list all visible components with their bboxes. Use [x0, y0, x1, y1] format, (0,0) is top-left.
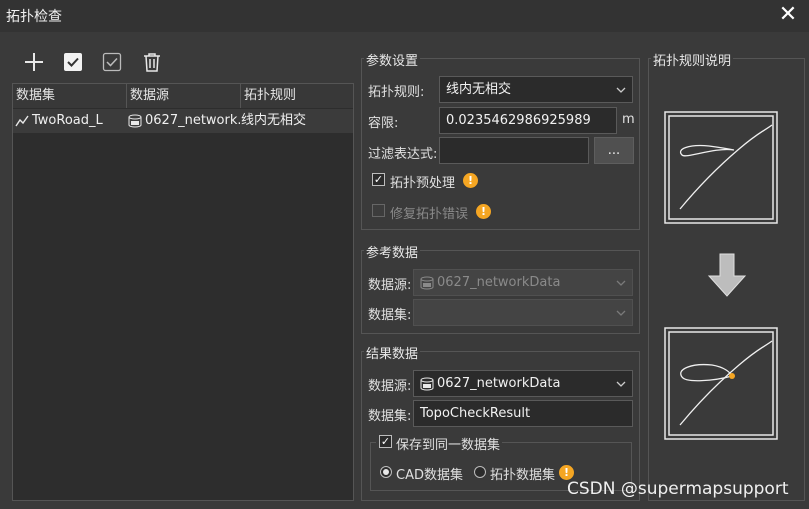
rule-label: 拓扑规则: — [368, 85, 425, 100]
rule-desc-legend: 拓扑规则说明 — [651, 50, 734, 69]
preprocess-checkbox[interactable]: ✓ — [372, 173, 385, 186]
result-source-value: 0627_networkData — [437, 376, 561, 391]
datasource-name: 0627_network... — [145, 113, 240, 128]
tolerance-label: 容限: — [368, 116, 399, 131]
chevron-down-icon — [616, 77, 626, 102]
column-header-datasource[interactable]: 数据源 — [127, 84, 241, 108]
save-same-label: 保存到同一数据集 — [396, 438, 501, 453]
datasource-cell: 0627_network... — [128, 109, 240, 133]
save-same-checkbox[interactable]: ✓ — [379, 435, 392, 448]
select-invert-icon[interactable] — [100, 50, 124, 74]
rule-select[interactable]: 线内无相交 — [439, 76, 633, 103]
window-title: 拓扑检查 — [6, 9, 62, 25]
arrow-down-icon — [706, 252, 748, 298]
topo-label: 拓扑数据集 — [490, 468, 556, 483]
chevron-down-icon — [616, 270, 626, 295]
tolerance-input[interactable]: 0.0235462986925989 — [439, 107, 617, 134]
datasource-icon — [128, 114, 142, 127]
result-dataset-label: 数据集: — [368, 409, 412, 424]
rule-cell: 线内无相交 — [241, 113, 307, 128]
column-header-rule[interactable]: 拓扑规则 — [241, 84, 353, 108]
warning-icon: ! — [476, 204, 491, 219]
params-legend: 参数设置 — [364, 50, 421, 69]
ref-dataset-label: 数据集: — [368, 308, 412, 323]
repair-checkbox[interactable] — [372, 204, 385, 217]
rule-select-value: 线内无相交 — [446, 82, 512, 97]
filter-label: 过滤表达式: — [368, 147, 438, 162]
reference-legend: 参考数据 — [364, 242, 421, 261]
select-all-icon[interactable] — [61, 50, 85, 74]
line-dataset-icon — [15, 115, 29, 126]
repair-label: 修复拓扑错误 — [390, 207, 469, 222]
cad-label: CAD数据集 — [396, 468, 463, 483]
chevron-down-icon — [616, 371, 626, 396]
ref-dataset-select[interactable] — [413, 299, 633, 326]
table-row[interactable]: TwoRoad_L 0627_network... 线内无相交 — [13, 109, 353, 133]
close-button[interactable]: ✕ — [775, 2, 801, 28]
filter-expression-button[interactable]: ... — [594, 137, 634, 164]
topo-radio[interactable] — [474, 466, 486, 478]
rule-before-diagram — [664, 111, 778, 224]
filter-input[interactable] — [439, 137, 589, 164]
cad-radio[interactable] — [380, 466, 392, 478]
ref-source-value: 0627_networkData — [437, 275, 561, 290]
dataset-name: TwoRoad_L — [32, 113, 103, 128]
chevron-down-icon — [616, 300, 626, 325]
add-icon[interactable] — [22, 50, 46, 74]
warning-icon: ! — [559, 465, 574, 480]
title-bar — [0, 0, 809, 32]
tolerance-unit: m — [622, 112, 635, 127]
ref-source-label: 数据源: — [368, 278, 412, 293]
datasource-icon — [420, 276, 434, 289]
ref-source-select[interactable]: 0627_networkData — [413, 269, 633, 296]
warning-icon: ! — [463, 173, 478, 188]
dataset-cell: TwoRoad_L — [15, 109, 125, 133]
result-source-select[interactable]: 0627_networkData — [413, 370, 633, 397]
result-legend: 结果数据 — [364, 343, 421, 362]
result-dataset-input[interactable]: TopoCheckResult — [413, 400, 633, 427]
dataset-table[interactable]: 数据集 数据源 拓扑规则 TwoRoad_L 0627_network... 线… — [12, 83, 354, 501]
column-header-dataset[interactable]: 数据集 — [13, 84, 127, 108]
rule-after-diagram — [664, 327, 778, 440]
result-source-label: 数据源: — [368, 379, 412, 394]
delete-icon[interactable] — [140, 50, 164, 74]
datasource-icon — [420, 377, 434, 390]
watermark-text: CSDN @supermapsupport — [567, 479, 789, 499]
preprocess-label: 拓扑预处理 — [390, 176, 456, 191]
